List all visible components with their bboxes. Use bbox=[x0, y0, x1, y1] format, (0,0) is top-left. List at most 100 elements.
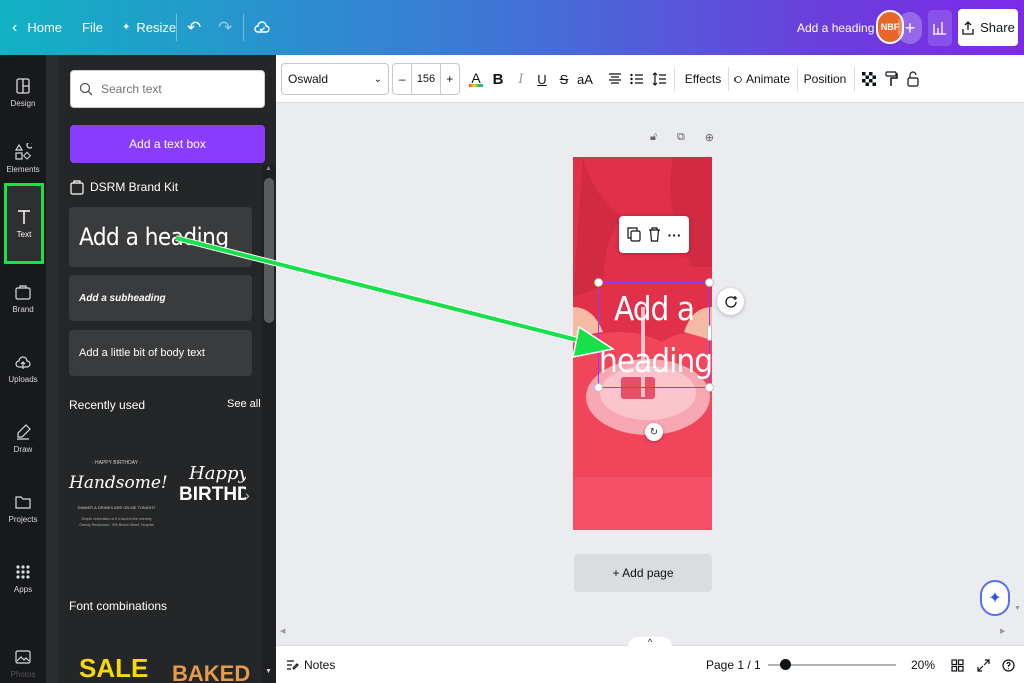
case-button[interactable]: aA bbox=[574, 63, 596, 95]
duplicate-icon[interactable] bbox=[626, 227, 641, 242]
heading-text-box[interactable]: Add a heading bbox=[598, 282, 713, 388]
bold-button[interactable]: B bbox=[488, 63, 508, 95]
underline-button[interactable]: U bbox=[532, 63, 552, 95]
fullscreen-icon bbox=[977, 658, 990, 672]
lock-icon[interactable]: 🔓︎ bbox=[650, 131, 657, 147]
chevron-up-icon: ^ bbox=[647, 637, 653, 647]
copy-style-button[interactable] bbox=[883, 63, 899, 95]
brand-kit-header[interactable]: DSRM Brand Kit bbox=[70, 178, 178, 196]
fullscreen-button[interactable] bbox=[977, 646, 990, 683]
home-button[interactable]: ‹ Home bbox=[12, 0, 62, 55]
list-button[interactable] bbox=[628, 63, 646, 95]
grid-view-button[interactable] bbox=[951, 646, 964, 683]
spacing-button[interactable] bbox=[650, 63, 668, 95]
rail-label: Text bbox=[16, 230, 32, 239]
chevron-right-icon[interactable]: › bbox=[245, 487, 250, 503]
brand-kit-icon bbox=[70, 180, 84, 195]
bar-chart-icon bbox=[933, 22, 946, 35]
underline-icon: U bbox=[537, 71, 547, 87]
duplicate-page-icon[interactable]: ⧉ bbox=[677, 131, 685, 147]
rail-item-text[interactable]: Text bbox=[4, 183, 44, 264]
redo-button[interactable]: ↷ bbox=[218, 0, 232, 55]
rail-scrollbar[interactable] bbox=[46, 55, 59, 683]
magic-assistant-button[interactable]: ✦ bbox=[980, 580, 1010, 616]
heading-preset[interactable]: Add a heading bbox=[69, 207, 252, 267]
font-combo-sale[interactable]: SALE bbox=[79, 653, 148, 683]
notes-button[interactable]: Notes bbox=[286, 646, 335, 683]
transparency-button[interactable] bbox=[861, 63, 877, 95]
ai-rewrite-button[interactable] bbox=[717, 288, 744, 315]
font-size-value[interactable]: 156 bbox=[412, 64, 439, 94]
page-controls: 🔓︎ ⧉ ⊕ bbox=[650, 131, 714, 147]
font-size-control[interactable]: – 156 + bbox=[392, 63, 460, 95]
template-fine-1: Simple celebration at 8 o'clock in the e… bbox=[81, 517, 152, 521]
scroll-left-icon[interactable]: ◀ bbox=[280, 627, 285, 635]
subheading-preset[interactable]: Add a subheading bbox=[69, 275, 252, 321]
page-indicator[interactable]: Page 1 / 1 bbox=[706, 646, 761, 683]
text-color-button[interactable]: A bbox=[466, 63, 486, 95]
font-family-dropdown[interactable]: Oswald ⌄ bbox=[281, 63, 389, 95]
canvas-vertical-scrollbar[interactable]: ▼ bbox=[1012, 103, 1024, 625]
recent-template-2[interactable]: Happy BIRTHDA bbox=[171, 463, 246, 543]
zoom-value[interactable]: 20% bbox=[911, 646, 935, 683]
rotate-handle[interactable]: ↻ bbox=[645, 423, 663, 441]
resize-label: Resize bbox=[136, 20, 177, 35]
effects-button[interactable]: Effects bbox=[681, 63, 725, 95]
lock-button[interactable] bbox=[905, 63, 921, 95]
decrease-size-button[interactable]: – bbox=[393, 64, 413, 94]
see-all-link[interactable]: See all bbox=[227, 398, 261, 410]
rotate-icon: ↻ bbox=[649, 426, 659, 438]
list-icon bbox=[630, 73, 643, 85]
zoom-slider-knob[interactable] bbox=[780, 659, 792, 670]
resize-handle[interactable] bbox=[705, 278, 714, 287]
help-button[interactable] bbox=[1002, 646, 1015, 683]
search-input[interactable] bbox=[101, 82, 251, 96]
template2-block: BIRTHDA bbox=[179, 484, 246, 505]
add-page-icon[interactable]: ⊕ bbox=[705, 131, 714, 147]
trash-icon[interactable] bbox=[648, 227, 661, 242]
chat-plus-icon bbox=[724, 295, 737, 308]
rail-item-draw[interactable]: Draw bbox=[0, 408, 46, 468]
align-button[interactable] bbox=[606, 63, 624, 95]
rail-item-apps[interactable]: Apps bbox=[0, 548, 46, 608]
scroll-up-icon[interactable]: ▲ bbox=[265, 165, 272, 172]
animate-button[interactable]: Animate bbox=[734, 63, 790, 95]
document-title[interactable]: Add a heading bbox=[797, 0, 874, 55]
resize-handle[interactable] bbox=[594, 383, 603, 392]
share-button[interactable]: Share bbox=[958, 9, 1018, 46]
position-button[interactable]: Position bbox=[804, 63, 847, 95]
insights-button[interactable] bbox=[928, 10, 952, 46]
increase-size-button[interactable]: + bbox=[439, 64, 459, 94]
rail-item-photos[interactable]: Photos bbox=[0, 630, 46, 683]
invite-button[interactable]: + bbox=[898, 12, 922, 44]
panel-scroll-thumb[interactable] bbox=[264, 178, 274, 323]
scroll-down-icon[interactable]: ▼ bbox=[1014, 605, 1021, 612]
sparkle-icon: ✦ bbox=[122, 22, 131, 33]
save-status-button[interactable] bbox=[254, 0, 270, 55]
rail-item-design[interactable]: Design bbox=[0, 62, 46, 122]
italic-button[interactable]: I bbox=[511, 63, 531, 95]
expand-pages-button[interactable]: ^ bbox=[628, 637, 672, 647]
resize-handle[interactable] bbox=[705, 383, 714, 392]
rail-item-brand[interactable]: Brand bbox=[0, 268, 46, 328]
rail-item-uploads[interactable]: Uploads bbox=[0, 338, 46, 398]
strikethrough-button[interactable]: S bbox=[554, 63, 574, 95]
scroll-down-icon[interactable]: ▼ bbox=[265, 668, 272, 675]
rail-label: Elements bbox=[6, 164, 40, 174]
body-text-preset[interactable]: Add a little bit of body text bbox=[69, 330, 252, 376]
add-text-box-button[interactable]: Add a text box bbox=[70, 125, 265, 163]
file-menu[interactable]: File bbox=[82, 0, 103, 55]
scroll-right-icon[interactable]: ▶ bbox=[1000, 627, 1005, 635]
more-options-icon[interactable]: ··· bbox=[668, 227, 682, 243]
side-resize-handle[interactable] bbox=[707, 325, 712, 341]
font-combo-baked[interactable]: BAKED bbox=[172, 661, 250, 683]
search-box[interactable] bbox=[70, 70, 265, 108]
strikethrough-icon: S bbox=[559, 71, 569, 87]
projects-icon bbox=[15, 495, 31, 509]
undo-button[interactable]: ↶ bbox=[187, 0, 201, 55]
resize-handle[interactable] bbox=[594, 278, 603, 287]
rail-item-projects[interactable]: Projects bbox=[0, 478, 46, 538]
rail-item-elements[interactable]: Elements bbox=[0, 128, 46, 188]
resize-button[interactable]: ✦ Resize bbox=[122, 0, 176, 55]
add-page-button[interactable]: + Add page bbox=[574, 554, 712, 592]
